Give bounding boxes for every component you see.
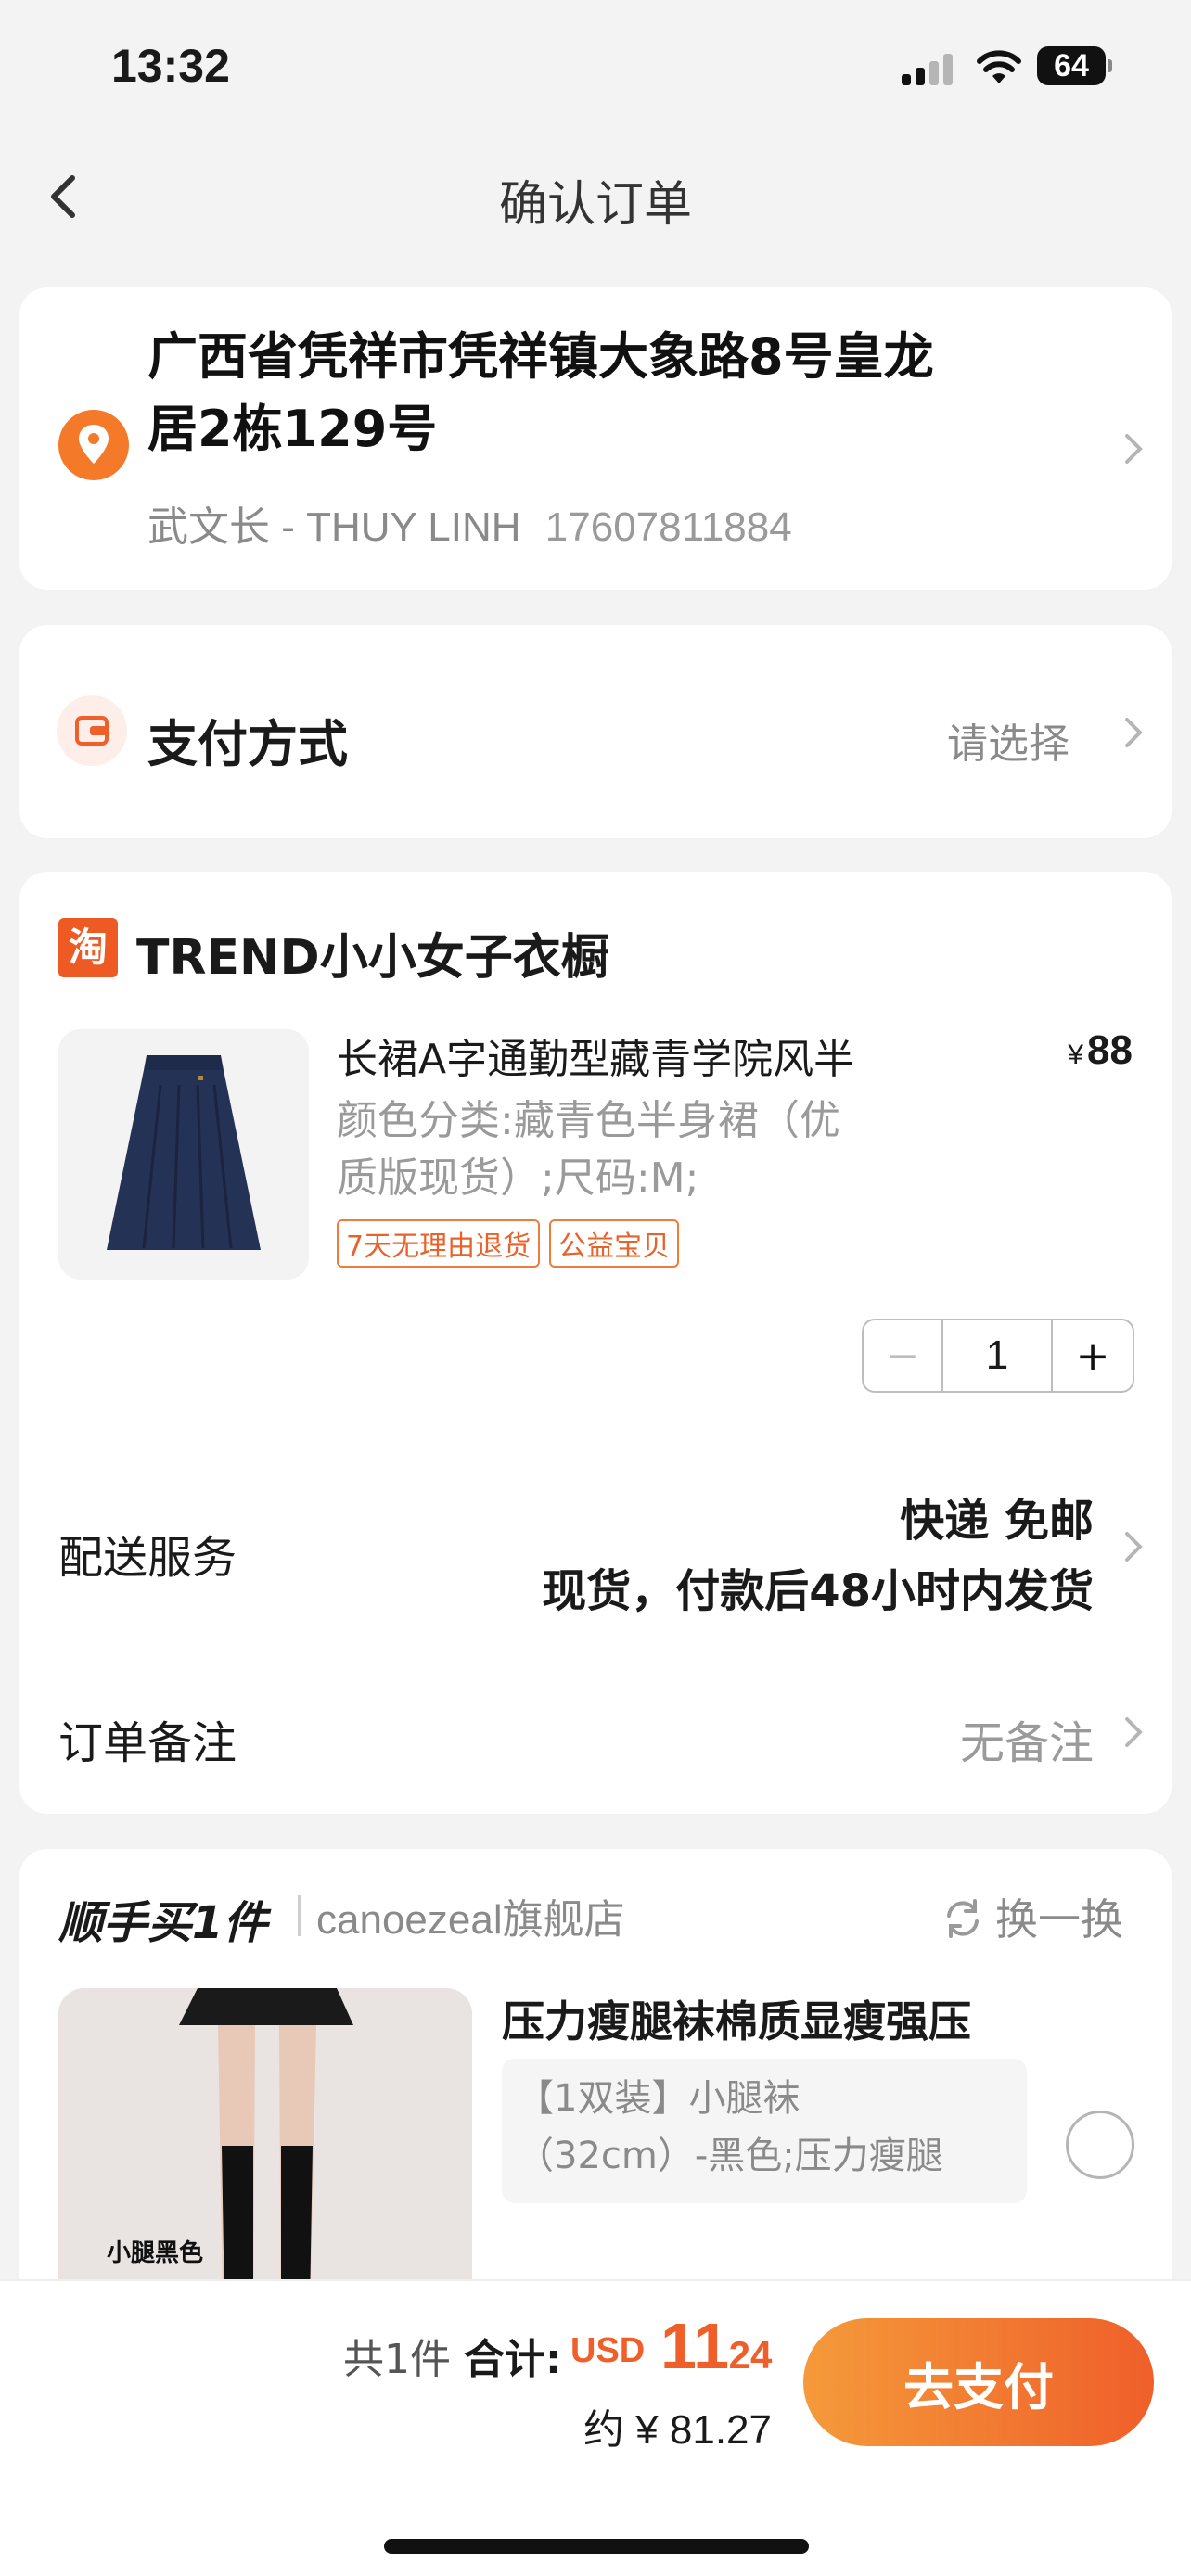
skirt-image (58, 1029, 309, 1280)
status-bar: 13:32 64 (0, 0, 1191, 139)
price-currency: ¥ (1068, 1039, 1084, 1070)
chevron-right-icon (1125, 434, 1143, 464)
taobao-shop-icon: 淘 (58, 918, 118, 977)
address-line-1: 广西省凭祥市凭祥镇大象路8号皇龙 (147, 327, 934, 386)
wifi-icon (977, 50, 1021, 83)
payment-method-row[interactable]: 支付方式 请选择 (19, 625, 1172, 838)
payment-value: 请选择 (947, 721, 1069, 768)
shipping-method: 快递 免邮 (900, 1495, 1094, 1547)
product-spec-line-2: 质版现货）;尺码:M; (337, 1154, 699, 1202)
add-on-spec-line-1: 【1双装】小腿袜 (517, 2077, 800, 2120)
page-title: 确认订单 (498, 177, 692, 233)
recipient-name: 武文长 - THUY LINH (147, 504, 521, 550)
total-currency: USD (570, 2331, 646, 2370)
address-card[interactable]: 广西省凭祥市凭祥镇大象路8号皇龙 居2栋129号 武文长 - THUY LINH… (19, 287, 1172, 590)
total-label: 合计: (464, 2336, 562, 2383)
item-count: 共1件 (343, 2336, 451, 2383)
quantity-value[interactable]: 1 (943, 1320, 1053, 1391)
checkout-bar: 共1件 合计: USD 11 .24 约 ¥ 81.27 去支付 (0, 2279, 1191, 2576)
recipient-info: 武文长 - THUY LINH 17607811884 (147, 493, 792, 553)
order-note-value: 无备注 (959, 1717, 1094, 1769)
chevron-right-icon (1125, 1532, 1143, 1562)
return-policy-badge: 7天无理由退货 (337, 1219, 541, 1268)
address-line-2: 居2栋129号 (147, 400, 438, 458)
product-tags: 7天无理由退货 公益宝贝 (337, 1219, 680, 1268)
add-on-title: 顺手买1件 (58, 1897, 268, 1949)
pay-button[interactable]: 去支付 (803, 2318, 1154, 2446)
add-on-spec-line-2: （32cm）-黑色;压力瘦腿 (517, 2135, 943, 2177)
wallet-icon (57, 695, 127, 766)
shipping-label: 配送服务 (58, 1532, 237, 1584)
location-pin-icon (58, 410, 129, 480)
price-value: 88 (1087, 1027, 1133, 1073)
add-on-product-name[interactable]: 压力瘦腿袜棉质显瘦强压 (502, 1988, 971, 2049)
status-time: 13:32 (111, 40, 230, 92)
cellular-signal-icon (902, 54, 955, 85)
add-on-image-label: 小腿黑色 (107, 2239, 204, 2267)
home-indicator (384, 2539, 809, 2554)
product-image[interactable] (58, 1029, 309, 1280)
quantity-stepper: − 1 + (862, 1319, 1134, 1393)
product-title[interactable]: 长裙A字通勤型藏青学院风半 (337, 1026, 930, 1085)
total-amount-decimal: .24 (718, 2333, 773, 2377)
recipient-phone: 17607811884 (544, 504, 792, 550)
product-price: ¥88 (1068, 1027, 1133, 1074)
shop-name[interactable]: TREND小小女子衣橱 (136, 918, 609, 988)
product-spec-line-1: 颜色分类:藏青色半身裙（优 (337, 1097, 840, 1144)
approx-cny-total: 约 ¥ 81.27 (583, 2407, 772, 2453)
charity-badge: 公益宝贝 (549, 1219, 680, 1268)
order-card: 淘 TREND小小女子衣橱 长裙A字通勤型藏青学院风半 ¥88 颜色分类:藏青色… (19, 872, 1172, 1814)
nav-bar: 确认订单 (0, 139, 1191, 255)
payment-label: 支付方式 (147, 715, 348, 773)
chevron-right-icon (1125, 718, 1143, 747)
quantity-increase-button[interactable]: + (1053, 1320, 1133, 1391)
swap-button[interactable]: 换一换 (995, 1886, 1123, 1947)
add-on-select-radio[interactable] (1066, 2111, 1134, 2179)
battery-level: 64 (1037, 46, 1106, 85)
product-spec: 颜色分类:藏青色半身裙（优 质版现货）;尺码:M; (337, 1092, 930, 1207)
add-on-store[interactable]: canoezeal旗舰店 (316, 1886, 625, 1945)
add-on-spec-selector[interactable]: 【1双装】小腿袜 （32cm）-黑色;压力瘦腿 (502, 2059, 1027, 2203)
divider (298, 1895, 301, 1936)
battery-icon: 64 (1037, 46, 1112, 85)
shipping-time: 现货，付款后48小时内发货 (542, 1565, 1094, 1617)
chevron-right-icon (1125, 1717, 1143, 1747)
quantity-decrease-button[interactable]: − (864, 1320, 943, 1391)
refresh-icon[interactable] (938, 1894, 988, 1944)
order-note-label: 订单备注 (58, 1717, 237, 1769)
